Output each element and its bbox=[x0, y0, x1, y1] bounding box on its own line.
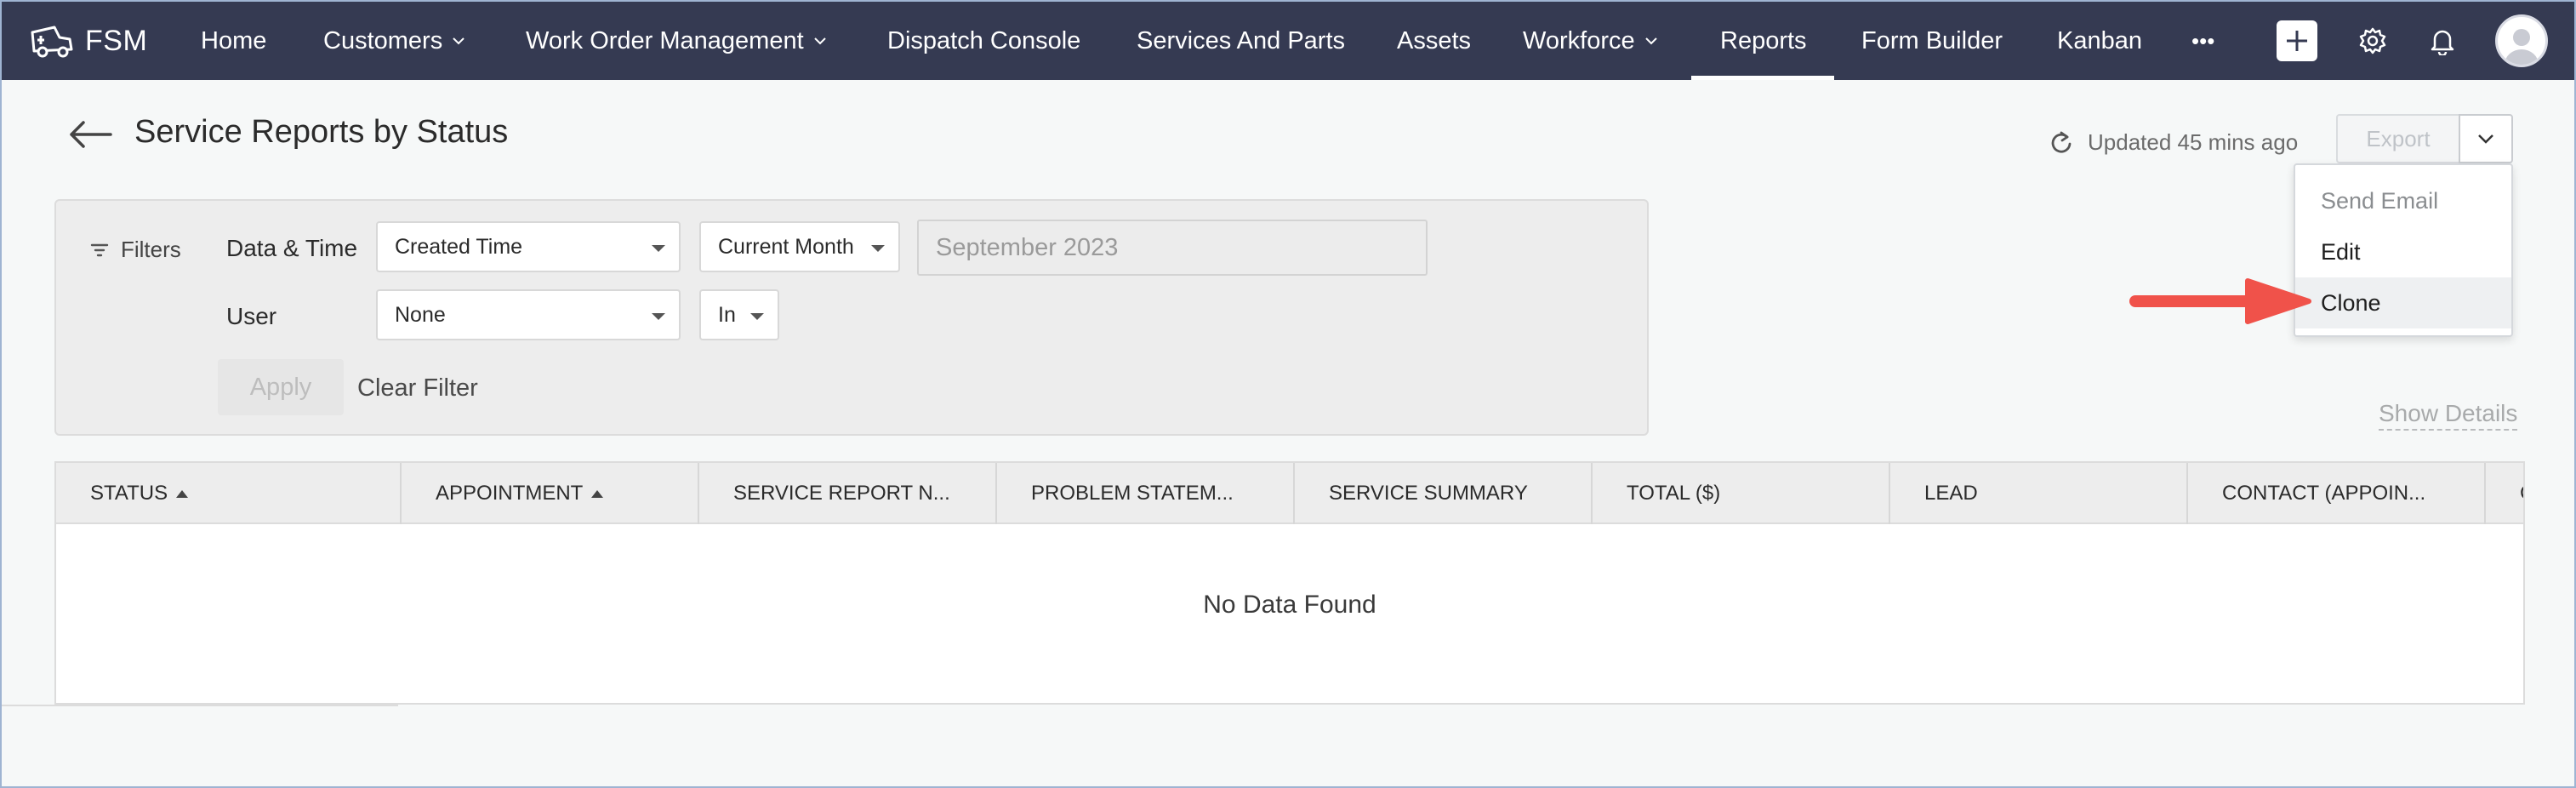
column-header-label: SERVICE SUMMARY bbox=[1329, 482, 1528, 505]
brand-name: FSM bbox=[85, 24, 148, 57]
nav-item-assets[interactable]: Assets bbox=[1397, 2, 1471, 80]
column-header-lead[interactable]: LEAD bbox=[1890, 463, 2188, 524]
operator-select[interactable]: In bbox=[699, 289, 779, 340]
select-value: None bbox=[395, 302, 446, 327]
nav-item-label: Services And Parts bbox=[1137, 26, 1345, 54]
back-arrow-icon[interactable] bbox=[66, 117, 114, 151]
date-time-label: Data & Time bbox=[226, 235, 358, 261]
quick-create-button[interactable] bbox=[2275, 2, 2319, 80]
table-scroll-edge bbox=[2, 705, 398, 706]
caret-down-icon bbox=[871, 245, 885, 252]
user-select[interactable]: None bbox=[376, 289, 681, 340]
brand[interactable]: FSM bbox=[29, 22, 174, 60]
top-navigation-bar: FSM Home Customers Work Order Management… bbox=[2, 2, 2574, 80]
chevron-down-icon bbox=[453, 37, 464, 45]
user-label: User bbox=[226, 303, 277, 329]
chevron-down-icon bbox=[2478, 134, 2493, 144]
caret-down-icon bbox=[652, 313, 665, 320]
nav-item-work-order-management[interactable]: Work Order Management bbox=[526, 2, 828, 80]
report-table: STATUS APPOINTMENT SERVICE REPORT N... P… bbox=[54, 461, 2525, 705]
settings-button[interactable] bbox=[2351, 2, 2394, 80]
nav-item-reports[interactable]: Reports bbox=[1691, 2, 1833, 80]
avatar bbox=[2495, 14, 2548, 67]
nav-item-kanban[interactable]: Kanban bbox=[2057, 2, 2142, 80]
column-header-service-report-number[interactable]: SERVICE REPORT N... bbox=[699, 463, 997, 524]
export-dropdown-menu: Send Email Edit Clone bbox=[2294, 163, 2513, 337]
filters-heading: Filters bbox=[90, 237, 181, 263]
sort-ascending-icon bbox=[176, 489, 189, 498]
filter-icon bbox=[90, 243, 109, 256]
more-icon: ••• bbox=[2191, 27, 2215, 54]
page-title: Service Reports by Status bbox=[134, 114, 509, 150]
updated-text: Updated 45 mins ago bbox=[2088, 129, 2299, 155]
export-menu-toggle[interactable] bbox=[2459, 114, 2513, 163]
column-header-label: APPOINTMENT bbox=[436, 482, 584, 505]
nav-item-label: Work Order Management bbox=[526, 26, 804, 54]
nav-item-home[interactable]: Home bbox=[201, 2, 266, 80]
nav-item-form-builder[interactable]: Form Builder bbox=[1861, 2, 2003, 80]
filter-panel: Filters Data & Time Created Time Current… bbox=[54, 199, 1649, 436]
column-header-status[interactable]: STATUS bbox=[56, 463, 402, 524]
menu-item-edit[interactable]: Edit bbox=[2295, 226, 2511, 277]
caret-down-icon bbox=[750, 313, 764, 320]
more-nav-button[interactable]: ••• bbox=[2191, 2, 2214, 80]
notifications-button[interactable] bbox=[2421, 2, 2464, 80]
nav-item-dispatch-console[interactable]: Dispatch Console bbox=[887, 2, 1080, 80]
column-header-label: CONTACT (APPOIN... bbox=[2222, 482, 2426, 505]
nav-item-label: Workforce bbox=[1523, 26, 1635, 54]
apply-button[interactable]: Apply bbox=[218, 359, 344, 415]
column-header-service-summary[interactable]: SERVICE SUMMARY bbox=[1295, 463, 1593, 524]
empty-state-message: No Data Found bbox=[1203, 591, 1376, 619]
date-field-select[interactable]: Created Time bbox=[376, 221, 681, 272]
sort-ascending-icon bbox=[591, 489, 604, 498]
column-header-label: PROBLEM STATEM... bbox=[1031, 482, 1234, 505]
nav-item-label: Home bbox=[201, 26, 267, 54]
show-details-link[interactable]: Show Details bbox=[2379, 400, 2518, 431]
nav-item-label: Customers bbox=[323, 26, 443, 54]
user-avatar-button[interactable] bbox=[2493, 2, 2550, 80]
nav-item-workforce[interactable]: Workforce bbox=[1523, 2, 1659, 80]
nav-item-customers[interactable]: Customers bbox=[323, 2, 466, 80]
nav-item-label: Form Builder bbox=[1861, 26, 2003, 54]
last-updated-indicator: Updated 45 mins ago bbox=[2049, 129, 2298, 156]
annotation-arrow-icon bbox=[2129, 278, 2311, 324]
column-header-label: C bbox=[2520, 482, 2523, 505]
column-header-label: LEAD bbox=[1924, 482, 1978, 505]
nav-item-label: Dispatch Console bbox=[887, 26, 1081, 54]
column-header-contact-appointment[interactable]: CONTACT (APPOIN... bbox=[2188, 463, 2486, 524]
chevron-down-icon bbox=[1644, 37, 1657, 45]
column-header-label: STATUS bbox=[90, 482, 168, 505]
column-header-appointment[interactable]: APPOINTMENT bbox=[402, 463, 699, 524]
nav-item-services-and-parts[interactable]: Services And Parts bbox=[1137, 2, 1345, 80]
nav-item-label: Kanban bbox=[2057, 26, 2142, 54]
select-value: In bbox=[718, 302, 736, 327]
clear-filter-button[interactable]: Clear Filter bbox=[357, 374, 478, 403]
nav-item-label: Reports bbox=[1720, 26, 1807, 54]
column-header-problem-statement[interactable]: PROBLEM STATEM... bbox=[997, 463, 1295, 524]
table-header-row: STATUS APPOINTMENT SERVICE REPORT N... P… bbox=[56, 463, 2523, 524]
fsm-van-icon bbox=[31, 26, 73, 58]
select-value: Created Time bbox=[395, 234, 523, 259]
column-header-label: SERVICE REPORT N... bbox=[733, 482, 950, 505]
filters-label: Filters bbox=[121, 237, 181, 262]
bell-icon bbox=[2431, 30, 2454, 55]
nav-item-label: Assets bbox=[1397, 26, 1472, 54]
refresh-icon[interactable] bbox=[2049, 130, 2074, 156]
export-button[interactable]: Export bbox=[2336, 114, 2460, 163]
column-header-truncated[interactable]: C bbox=[2486, 463, 2523, 524]
date-range-input[interactable]: September 2023 bbox=[917, 220, 1428, 276]
select-value: Current Month bbox=[718, 234, 854, 259]
column-header-total[interactable]: TOTAL ($) bbox=[1593, 463, 1890, 524]
gear-icon bbox=[2359, 27, 2386, 54]
chevron-down-icon bbox=[813, 37, 826, 45]
plus-icon bbox=[2277, 20, 2317, 61]
caret-down-icon bbox=[652, 245, 665, 252]
menu-item-clone[interactable]: Clone bbox=[2295, 277, 2511, 328]
period-select[interactable]: Current Month bbox=[699, 221, 900, 272]
column-header-label: TOTAL ($) bbox=[1627, 482, 1721, 505]
menu-item-send-email[interactable]: Send Email bbox=[2295, 175, 2511, 226]
